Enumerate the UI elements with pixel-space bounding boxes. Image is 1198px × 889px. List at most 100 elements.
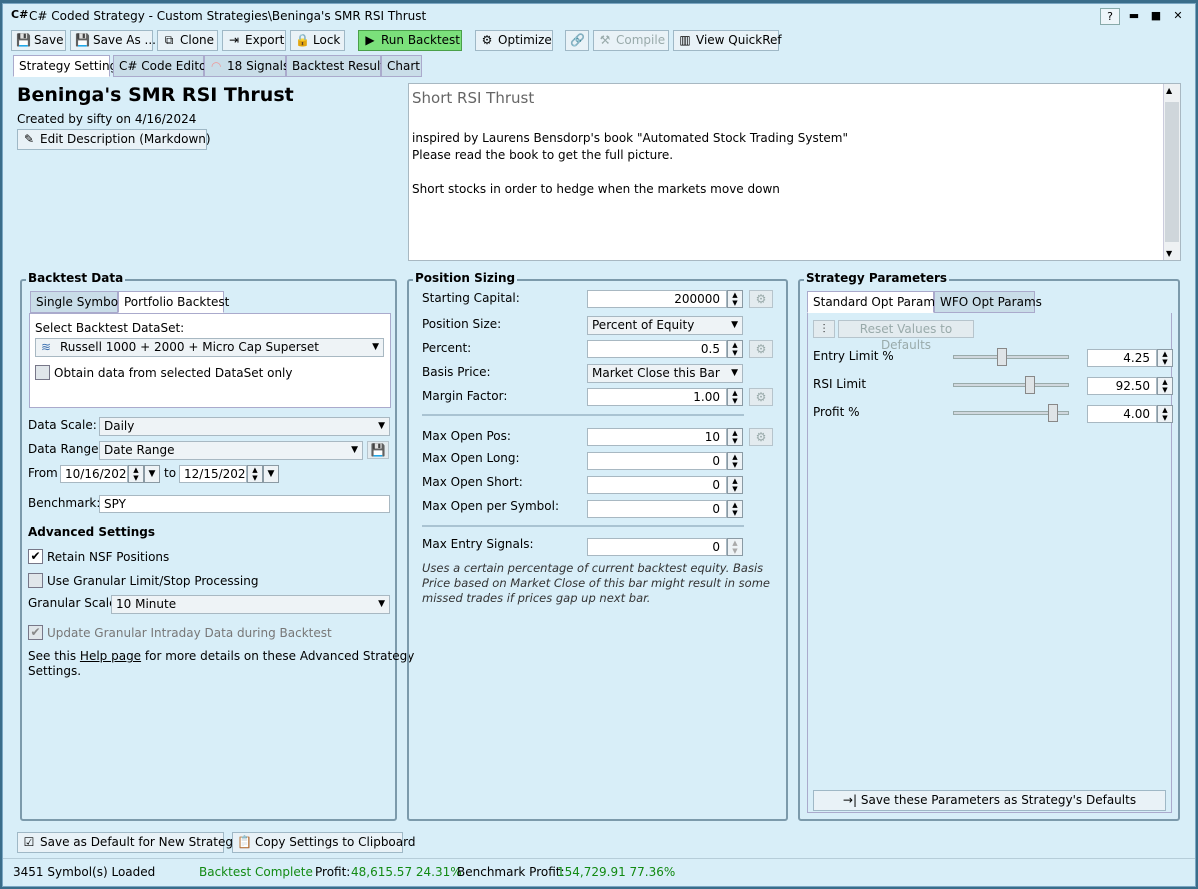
benchmark-input[interactable]: SPY bbox=[99, 495, 390, 513]
scroll-thumb[interactable] bbox=[1165, 102, 1179, 242]
update-granular-checkbox[interactable]: ✔ bbox=[28, 625, 43, 640]
description-box[interactable]: Short RSI Thrust inspired by Laurens Ben… bbox=[408, 83, 1181, 261]
basis-price-select[interactable]: Market Close this Bar ▼ bbox=[587, 364, 743, 383]
max-open-symbol-spinner[interactable]: ▲ ▼ bbox=[727, 500, 743, 518]
minimize-button[interactable]: ▬ bbox=[1124, 8, 1144, 25]
strategy-parameters-panel: Strategy Parameters Standard Opt Params … bbox=[798, 271, 1180, 821]
link-icon: 🔗 bbox=[570, 33, 585, 47]
maximize-button[interactable]: ■ bbox=[1146, 8, 1166, 25]
profit-label: Profit: bbox=[315, 865, 351, 879]
tab-standard-opt-params[interactable]: Standard Opt Params bbox=[807, 291, 941, 313]
scroll-down-icon[interactable]: ▼ bbox=[1166, 249, 1172, 258]
slider-thumb[interactable] bbox=[997, 348, 1007, 366]
run-backtest-button[interactable]: ▶ Run Backtest bbox=[358, 30, 462, 51]
created-by: Created by sifty on 4/16/2024 bbox=[17, 112, 197, 126]
param-input[interactable]: 92.50 bbox=[1087, 377, 1157, 395]
to-date-input[interactable]: 12/15/2024 bbox=[179, 465, 247, 483]
param-slider[interactable] bbox=[953, 404, 1069, 422]
save-default-new-button[interactable]: ☑ Save as Default for New Strategies bbox=[17, 832, 250, 853]
obtain-data-checkbox[interactable] bbox=[35, 365, 50, 380]
max-open-long-spinner[interactable]: ▲ ▼ bbox=[727, 452, 743, 470]
retain-nsf-checkbox[interactable]: ✔ bbox=[28, 549, 43, 564]
data-range-label: Data Range: bbox=[28, 442, 103, 456]
edit-description-button[interactable]: ✎ Edit Description (Markdown) bbox=[17, 129, 211, 150]
param-slider[interactable] bbox=[953, 376, 1069, 394]
copy-settings-button[interactable]: 📋 Copy Settings to Clipboard bbox=[232, 832, 415, 853]
margin-factor-input[interactable]: 1.00 bbox=[587, 388, 727, 406]
tab-wfo-opt-params[interactable]: WFO Opt Params bbox=[934, 291, 1042, 313]
close-button[interactable]: ✕ bbox=[1168, 8, 1188, 25]
tab-chart[interactable]: Chart bbox=[381, 55, 422, 77]
save-range-button[interactable]: 💾 bbox=[367, 441, 389, 459]
tab-signals[interactable]: ◠ 18 Signals bbox=[204, 55, 289, 77]
max-open-long-input[interactable]: 0 bbox=[587, 452, 727, 470]
param-spinner[interactable]: ▲ ▼ bbox=[1157, 405, 1173, 423]
param-input[interactable]: 4.25 bbox=[1087, 349, 1157, 367]
link-button[interactable]: 🔗 bbox=[565, 30, 589, 51]
tab-strategy-settings[interactable]: Strategy Settings bbox=[13, 55, 123, 77]
compile-button[interactable]: ⚒ Compile bbox=[593, 30, 669, 51]
reset-defaults-button[interactable]: Reset Values to Defaults bbox=[838, 320, 974, 352]
max-open-symbol-input[interactable]: 0 bbox=[587, 500, 727, 518]
help-page-link[interactable]: Help page bbox=[80, 649, 141, 663]
max-open-long-label: Max Open Long: bbox=[422, 451, 520, 465]
divider bbox=[422, 414, 744, 416]
max-entry-spinner[interactable]: ▲ ▼ bbox=[727, 538, 743, 556]
to-date-dropdown[interactable]: ▼ bbox=[263, 465, 279, 483]
data-scale-select[interactable]: Daily ▼ bbox=[99, 417, 390, 436]
save-params-defaults-button[interactable]: →| Save these Parameters as Strategy's D… bbox=[813, 790, 1166, 811]
max-open-short-input[interactable]: 0 bbox=[587, 476, 727, 494]
percent-label: Percent: bbox=[422, 341, 472, 355]
books-icon: ▥ bbox=[679, 33, 691, 47]
max-open-pos-spinner[interactable]: ▲ ▼ bbox=[727, 428, 743, 446]
param-spinner[interactable]: ▲ ▼ bbox=[1157, 377, 1173, 395]
max-open-pos-gear[interactable]: ⚙ bbox=[749, 428, 773, 446]
granular-scale-select[interactable]: 10 Minute ▼ bbox=[111, 595, 390, 614]
help-button[interactable]: ? bbox=[1100, 8, 1120, 25]
percent-gear[interactable]: ⚙ bbox=[749, 340, 773, 358]
optimize-button[interactable]: ⚙ Optimize bbox=[475, 30, 553, 51]
play-icon: ▶ bbox=[365, 33, 375, 47]
param-slider[interactable] bbox=[953, 348, 1069, 366]
slider-thumb[interactable] bbox=[1025, 376, 1035, 394]
dataset-select[interactable]: ≋ Russell 1000 + 2000 + Micro Cap Superse… bbox=[35, 338, 384, 357]
tab-single-symbol[interactable]: Single Symbol bbox=[30, 291, 121, 313]
position-size-select[interactable]: Percent of Equity ▼ bbox=[587, 316, 743, 335]
save-button[interactable]: 💾 Save bbox=[11, 30, 66, 51]
starting-capital-input[interactable]: 200000 bbox=[587, 290, 727, 308]
tab-portfolio-backtest[interactable]: Portfolio Backtest bbox=[118, 291, 229, 313]
select-dataset-label: Select Backtest DataSet: bbox=[35, 321, 185, 335]
percent-input[interactable]: 0.5 bbox=[587, 340, 727, 358]
to-date-spinner[interactable]: ▲ ▼ bbox=[247, 465, 263, 483]
max-open-pos-input[interactable]: 10 bbox=[587, 428, 727, 446]
starting-capital-spinner[interactable]: ▲ ▼ bbox=[727, 290, 743, 308]
granular-limit-checkbox[interactable] bbox=[28, 573, 43, 588]
export-button[interactable]: ⇥ Export bbox=[222, 30, 286, 51]
clone-button[interactable]: ⧉ Clone bbox=[157, 30, 218, 51]
view-quickref-button[interactable]: ▥ View QuickRef bbox=[673, 30, 782, 51]
help-text: See this Help page for more details on t… bbox=[28, 649, 415, 663]
chevron-down-icon: ▼ bbox=[372, 342, 379, 352]
tab-backtest-results[interactable]: Backtest Results bbox=[286, 55, 391, 77]
description-scrollbar[interactable]: ▲ ▼ bbox=[1163, 84, 1180, 260]
param-spinner[interactable]: ▲ ▼ bbox=[1157, 349, 1173, 367]
from-date-dropdown[interactable]: ▼ bbox=[144, 465, 160, 483]
from-date-input[interactable]: 10/16/2020 bbox=[60, 465, 128, 483]
starting-capital-gear[interactable]: ⚙ bbox=[749, 290, 773, 308]
tab-code-editor[interactable]: C# Code Editor bbox=[113, 55, 211, 77]
divider bbox=[422, 525, 744, 527]
data-range-select[interactable]: Date Range ▼ bbox=[99, 441, 363, 460]
from-date-spinner[interactable]: ▲ ▼ bbox=[128, 465, 144, 483]
param-input[interactable]: 4.00 bbox=[1087, 405, 1157, 423]
max-open-short-spinner[interactable]: ▲ ▼ bbox=[727, 476, 743, 494]
params-tab-body: ⫶ Reset Values to Defaults Entry Limit %… bbox=[807, 313, 1173, 813]
margin-factor-gear[interactable]: ⚙ bbox=[749, 388, 773, 406]
scroll-up-icon[interactable]: ▲ bbox=[1166, 86, 1172, 95]
max-entry-input[interactable]: 0 bbox=[587, 538, 727, 556]
margin-factor-spinner[interactable]: ▲ ▼ bbox=[727, 388, 743, 406]
save-as-button[interactable]: 💾 Save As ... bbox=[70, 30, 156, 51]
slider-thumb[interactable] bbox=[1048, 404, 1058, 422]
sliders-button[interactable]: ⫶ bbox=[813, 320, 835, 338]
percent-spinner[interactable]: ▲ ▼ bbox=[727, 340, 743, 358]
lock-button[interactable]: 🔒 Lock bbox=[290, 30, 345, 51]
